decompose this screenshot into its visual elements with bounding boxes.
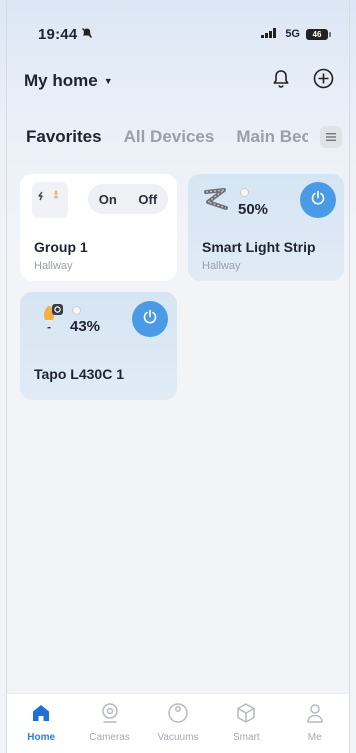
tabbar-label: Me <box>307 732 322 743</box>
device-card-smart-light-strip[interactable]: 50% Smart Light Strip Hallway <box>188 174 344 281</box>
tabbar-label: Cameras <box>89 732 130 743</box>
power-button[interactable] <box>132 301 168 337</box>
bell-slash-icon <box>81 26 93 43</box>
tabbar-me[interactable]: Me <box>285 702 345 743</box>
network-type: 5G <box>285 28 300 40</box>
notifications-button[interactable] <box>270 69 292 94</box>
on-button[interactable]: On <box>95 192 121 207</box>
power-button[interactable] <box>300 182 336 218</box>
home-icon <box>30 702 52 729</box>
header-actions <box>270 68 334 94</box>
status-dot <box>72 306 81 315</box>
home-selector[interactable]: My home ▼ <box>24 71 113 91</box>
device-card-tapo-l430c-1[interactable]: 43% Tapo L430C 1 <box>20 292 177 400</box>
tabbar-cameras[interactable]: Cameras <box>80 702 140 743</box>
group-icon <box>32 182 68 218</box>
person-icon <box>304 702 326 729</box>
tab-main-bedroom[interactable]: Main Bec <box>236 127 308 147</box>
bell-icon <box>272 69 290 94</box>
menu-icon <box>326 128 336 146</box>
tabbar-home[interactable]: Home <box>11 702 71 743</box>
device-name: Smart Light Strip <box>202 239 316 255</box>
device-name: Group 1 <box>34 239 88 255</box>
tabbar-label: Home <box>27 732 56 743</box>
camera-icon <box>99 702 121 729</box>
device-card-group-1[interactable]: On Off Group 1 Hallway <box>20 174 177 281</box>
caret-down-icon: ▼ <box>103 76 113 86</box>
status-time-group: 19:44 <box>38 26 93 43</box>
tabbar-label: Smart <box>233 732 260 743</box>
brightness-value: 50% <box>238 201 269 218</box>
room-tabs: Favorites All Devices Main Bec <box>26 124 342 150</box>
on-off-toggle: On Off <box>88 184 168 214</box>
status-bar: 19:44 5G 46 <box>38 24 331 44</box>
bottom-tab-bar: Home Cameras Vacuums Smart Me <box>7 693 349 753</box>
header: My home ▼ <box>24 68 334 94</box>
tab-all-devices[interactable]: All Devices <box>124 127 215 147</box>
status-dot <box>240 188 249 197</box>
plus-circle-icon <box>313 68 334 94</box>
battery-icon: 46 <box>306 28 331 40</box>
status-time: 19:44 <box>38 25 78 43</box>
device-room: Hallway <box>202 260 241 272</box>
signal-icon <box>261 27 279 41</box>
status-right: 5G 46 <box>261 27 331 41</box>
power-icon <box>310 190 326 211</box>
brightness-value: 43% <box>70 318 101 335</box>
bulb-icon <box>38 302 68 339</box>
vacuum-icon <box>167 702 189 729</box>
tabbar-label: Vacuums <box>157 732 199 743</box>
tabs-menu-button[interactable] <box>320 126 342 148</box>
tabbar-vacuums[interactable]: Vacuums <box>148 702 208 743</box>
device-name: Tapo L430C 1 <box>34 366 124 382</box>
add-button[interactable] <box>312 68 334 94</box>
cube-icon <box>235 702 257 729</box>
tab-favorites[interactable]: Favorites <box>26 127 102 147</box>
home-title: My home <box>24 71 98 90</box>
tabbar-smart[interactable]: Smart <box>216 702 276 743</box>
off-button[interactable]: Off <box>134 192 161 207</box>
light-strip-icon <box>202 186 230 221</box>
device-room: Hallway <box>34 260 73 272</box>
power-icon <box>142 309 158 330</box>
